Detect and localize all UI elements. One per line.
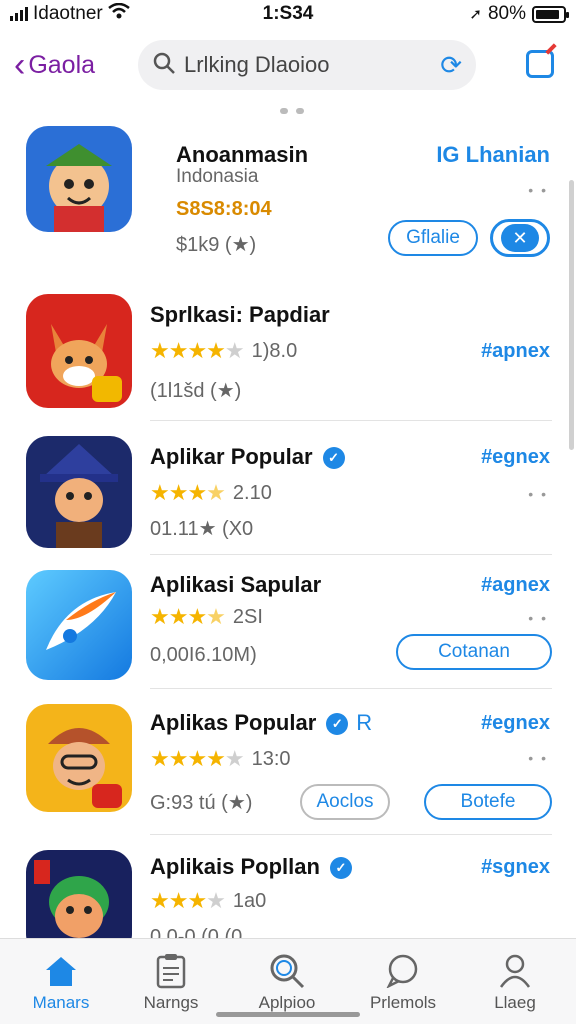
list-item[interactable]: Anoanmasin Indonasia S8S8:8:04 $1k9 (★) … bbox=[0, 124, 576, 274]
close-icon: ✕ bbox=[501, 224, 539, 252]
home-indicator[interactable] bbox=[216, 1012, 360, 1017]
app-title-text: Aplikas Popular bbox=[150, 710, 317, 735]
action-button[interactable]: Cotanan bbox=[396, 634, 552, 670]
list-item[interactable]: Aplikais Popllan ✓ ★★★ ★ 1a0 0.0-0 (0 (0 #… bbox=[0, 850, 576, 938]
clipboard-icon bbox=[116, 949, 226, 993]
location-icon: ➚ bbox=[469, 6, 482, 23]
rating-value: 1a0 bbox=[232, 889, 267, 912]
star-rating: ★★★★ ★ 13:0 bbox=[150, 746, 291, 771]
more-icon[interactable]: • • bbox=[528, 750, 548, 766]
back-button[interactable]: ‹ Gaola bbox=[14, 46, 96, 84]
person-icon bbox=[460, 949, 570, 993]
star-rating: ★★★ ★ 2.10 bbox=[150, 480, 272, 505]
app-tag[interactable]: #sgnex bbox=[481, 856, 550, 879]
battery-icon bbox=[532, 5, 569, 23]
app-title-text: Aplikais Popllan bbox=[150, 854, 320, 879]
app-title: Anoanmasin bbox=[176, 142, 309, 167]
tab-label: Manars bbox=[32, 993, 90, 1012]
app-title: Aplikais Popllan ✓ bbox=[150, 854, 352, 880]
rating-value: 13:0 bbox=[251, 747, 291, 770]
toggle-switch[interactable]: ✕ bbox=[490, 219, 550, 257]
verified-icon: ✓ bbox=[322, 447, 345, 470]
search-icon bbox=[232, 949, 342, 993]
app-title: Aplikasi Sapular bbox=[150, 572, 322, 597]
list-item[interactable]: Aplikas Popular ✓ R ★★★★ ★ 13:0 G:93 tú (★)… bbox=[0, 704, 576, 836]
back-label: Gaola bbox=[28, 50, 96, 79]
rating-value: 2.10 bbox=[232, 481, 272, 504]
tab-label: Narngs bbox=[143, 993, 199, 1012]
app-meta: $1k9 (★) bbox=[176, 234, 257, 256]
tab-ratings[interactable]: Narngs bbox=[116, 949, 226, 1013]
app-title: Aplikar Popular ✓ bbox=[150, 444, 345, 470]
app-tag[interactable]: IG Lhanian bbox=[436, 142, 550, 168]
more-icon[interactable]: • • bbox=[528, 486, 548, 502]
verified-icon: ✓ bbox=[329, 857, 352, 880]
app-icon bbox=[26, 436, 132, 548]
rating-value: 1)8.0 bbox=[251, 339, 298, 362]
app-title: Sprlkasi: Papdiar bbox=[150, 302, 330, 327]
scrollbar[interactable] bbox=[569, 180, 574, 450]
tab-label: Prlemols bbox=[369, 993, 437, 1012]
app-title-extra: R bbox=[356, 710, 373, 735]
battery-percent: 80% bbox=[487, 3, 526, 24]
divider bbox=[150, 688, 552, 689]
app-icon bbox=[26, 126, 132, 232]
app-title: Aplikas Popular ✓ R bbox=[150, 710, 372, 736]
star-rating: ★★★ ★ 2SI bbox=[150, 604, 263, 629]
verified-icon: ✓ bbox=[326, 713, 349, 736]
tab-label: Llaeg bbox=[494, 993, 536, 1012]
search-field[interactable]: Lrlking Dlaoioo ⟳ bbox=[138, 40, 476, 90]
tab-home[interactable]: Manars bbox=[6, 949, 116, 1013]
divider bbox=[150, 420, 552, 421]
app-icon bbox=[26, 294, 132, 408]
app-price: S8S8:8:04 bbox=[176, 198, 272, 220]
app-tag[interactable]: #egnex bbox=[481, 446, 550, 469]
chat-icon bbox=[348, 949, 458, 993]
home-icon bbox=[6, 949, 116, 993]
divider bbox=[150, 834, 552, 835]
refresh-icon[interactable]: ⟳ bbox=[440, 50, 462, 81]
app-title-text: Aplikar Popular bbox=[150, 444, 313, 469]
search-text: Lrlking Dlaoioo bbox=[184, 52, 330, 77]
app-tag[interactable]: #apnex bbox=[481, 340, 550, 363]
status-bar: Idaotner 1:S34 ➚ 80% bbox=[0, 0, 576, 28]
app-icon bbox=[26, 850, 132, 938]
action-button[interactable]: Aoclos bbox=[300, 784, 390, 820]
app-meta: G:93 tú (★) bbox=[150, 792, 253, 814]
tab-label: Aplpioo bbox=[258, 993, 316, 1012]
app-meta: 0,00I6.10M) bbox=[150, 644, 257, 666]
app-meta: 01.11★ (X0 bbox=[150, 518, 254, 540]
list-item[interactable]: Sprlkasi: Papdiar ★★★★ ★ 1)8.0 (1l1šd (★)… bbox=[0, 292, 576, 422]
nav-bar: ‹ Gaola Lrlking Dlaoioo ⟳ bbox=[0, 36, 576, 96]
app-tag[interactable]: #agnex bbox=[481, 574, 550, 597]
more-icon[interactable]: • • bbox=[528, 182, 548, 198]
list-item[interactable]: Aplikar Popular ✓ ★★★ ★ 2.10 01.11★ (X0 #e… bbox=[0, 434, 576, 558]
more-icon[interactable]: • • bbox=[528, 610, 548, 626]
app-icon bbox=[26, 570, 132, 680]
tab-apps[interactable]: Aplpioo bbox=[232, 949, 342, 1013]
app-meta: 0.0-0 (0 (0 bbox=[150, 926, 243, 938]
star-rating: ★★★ ★ 1a0 bbox=[150, 888, 267, 913]
tab-profile[interactable]: Llaeg bbox=[460, 949, 570, 1013]
list-item[interactable]: Aplikasi Sapular ★★★ ★ 2SI 0,00I6.10M) #a… bbox=[0, 568, 576, 692]
page-indicator bbox=[280, 108, 304, 114]
app-meta: (1l1šd (★) bbox=[150, 380, 242, 402]
divider bbox=[150, 554, 552, 555]
action-button[interactable]: Gflalie bbox=[388, 220, 478, 256]
app-subtitle: Indonasia bbox=[176, 166, 259, 187]
tab-problems[interactable]: Prlemols bbox=[348, 949, 458, 1013]
chevron-left-icon: ‹ bbox=[14, 46, 26, 84]
compose-icon[interactable] bbox=[526, 50, 554, 78]
search-icon bbox=[152, 51, 176, 80]
star-rating: ★★★★ ★ 1)8.0 bbox=[150, 338, 298, 363]
rating-value: 2SI bbox=[232, 605, 263, 628]
secondary-button[interactable]: Botefe bbox=[424, 784, 552, 820]
app-tag[interactable]: #egnex bbox=[481, 712, 550, 735]
app-icon bbox=[26, 704, 132, 812]
